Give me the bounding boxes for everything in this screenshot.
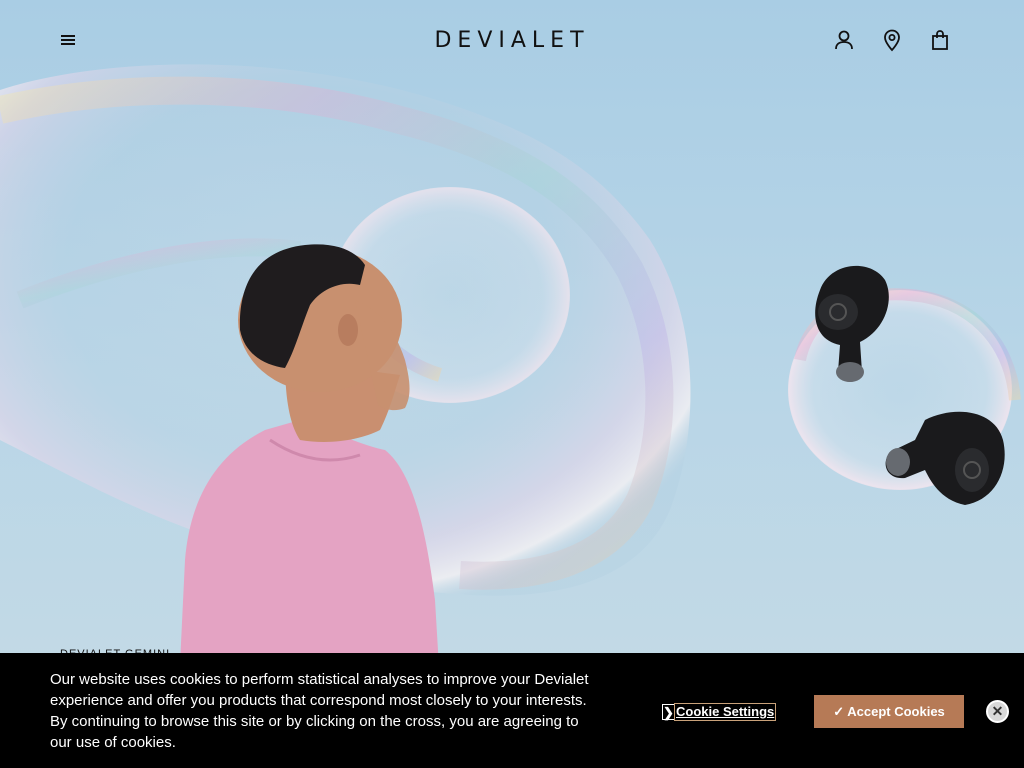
brand-logo[interactable]: DEVIALET	[400, 24, 624, 56]
cookie-settings-button[interactable]: ❯ Cookie Settings	[662, 702, 777, 722]
close-banner-button[interactable]: ✕	[986, 700, 1009, 723]
site-header: DEVIALET	[0, 0, 1024, 80]
bag-icon[interactable]	[928, 28, 952, 52]
location-icon[interactable]	[880, 28, 904, 52]
chevron-right-icon: ❯	[662, 704, 674, 720]
account-icon[interactable]	[832, 28, 856, 52]
close-icon: ✕	[991, 703, 1004, 719]
cookie-settings-label: Cookie Settings	[674, 703, 777, 721]
cookie-message: Our website uses cookies to perform stat…	[50, 671, 589, 751]
menu-icon[interactable]	[56, 28, 80, 52]
accept-cookies-button[interactable]: ✓ Accept Cookies	[814, 695, 964, 728]
